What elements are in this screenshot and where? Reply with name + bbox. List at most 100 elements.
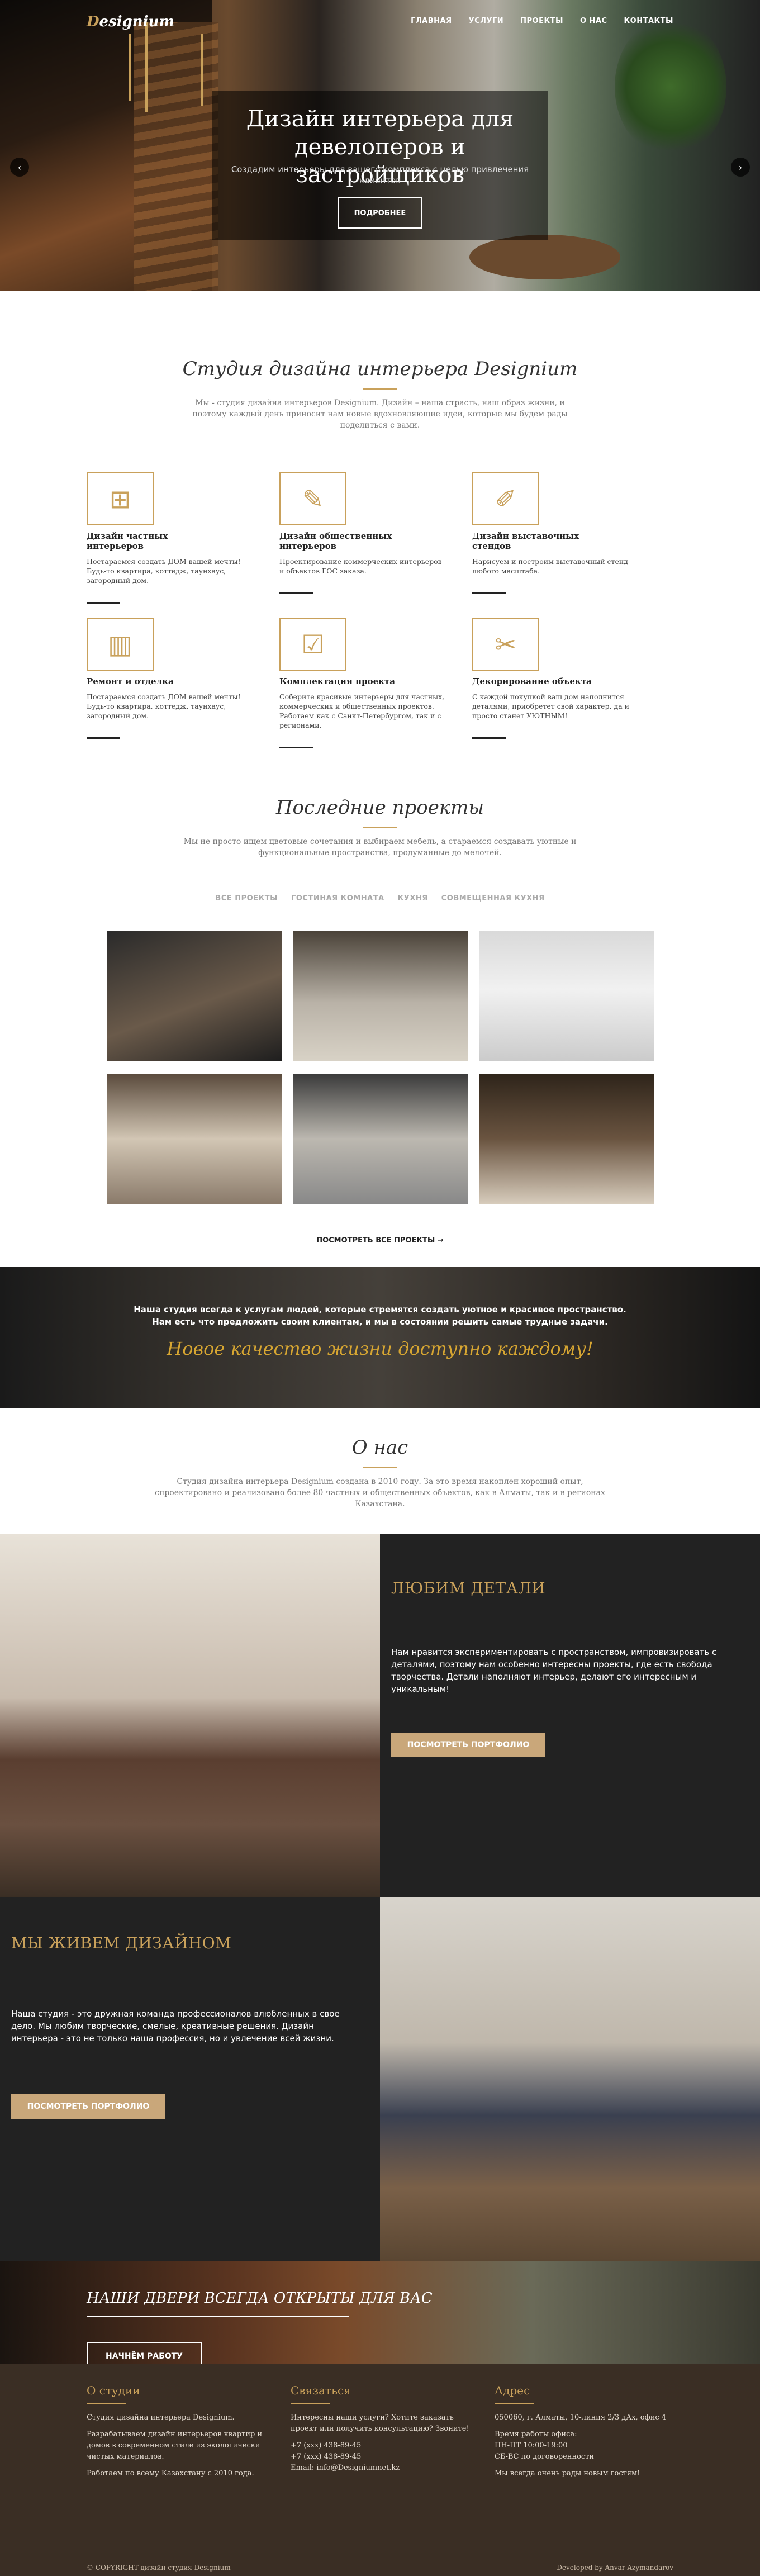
floorplan-icon: ⊞ (87, 472, 154, 525)
project-image[interactable] (293, 931, 468, 1061)
about-text: Студия дизайна интерьера Designium созда… (155, 1477, 605, 1508)
logo[interactable]: Designium (87, 13, 174, 30)
service-card[interactable]: ✂ Декорирование объекта С каждой покупкой … (472, 618, 629, 739)
footer-phone[interactable]: +7 (xxx) 438-89-45 (291, 2451, 475, 2463)
footer-address-title: Адрес (495, 2384, 530, 2397)
quote-banner: Наша студия всегда к услугам людей, кото… (0, 1267, 760, 1408)
quote-headline: Новое качество жизни доступно каждому! (167, 1338, 593, 1359)
service-card[interactable]: ▥ Ремонт и отделка Постараемся создать ДОМ… (87, 618, 241, 739)
live-design-title: МЫ ЖИВЕМ ДИЗАЙНОМ (11, 1934, 232, 1952)
footer-contact-title: Связаться (291, 2384, 351, 2397)
main-nav: ГЛАВНАЯ УСЛУГИ ПРОЕКТЫ О НАС КОНТАКТЫ (411, 17, 673, 25)
project-image[interactable] (479, 1074, 654, 1204)
site-footer: О студии Студия дизайна интерьера Design… (0, 2364, 760, 2576)
live-design-portfolio-button[interactable]: ПОСМОТРЕТЬ ПОРТФОЛИО (11, 2094, 165, 2119)
project-image[interactable] (479, 931, 654, 1061)
service-divider (87, 602, 120, 604)
nav-home[interactable]: ГЛАВНАЯ (411, 17, 452, 25)
studio-lead: Мы - студия дизайна интерьеров Designium… (192, 399, 568, 430)
hero-image-table (469, 235, 620, 279)
service-title: Комплектация проекта (279, 676, 395, 686)
projects-title: Последние проекты (276, 796, 484, 819)
hero-prev-arrow-icon[interactable]: ‹ (10, 158, 29, 177)
about-section: О нас Студия дизайна интерьера Designium… (0, 1436, 760, 1510)
footer-email[interactable]: Email: info@Designiumnet.kz (291, 2463, 475, 2474)
footer-title-underline (87, 2403, 126, 2404)
filter-combined-kitchen[interactable]: СОВМЕЩЕННАЯ КУХНЯ (441, 894, 545, 903)
service-card[interactable]: ✐ Дизайн выставочных стендов Нарисуем и по… (472, 472, 628, 594)
service-divider (279, 747, 313, 748)
copyright: © COPYRIGHT дизайн студия Designium (87, 2564, 231, 2572)
footer-title-underline (291, 2403, 330, 2404)
service-text: Постараемся создать ДОМ вашей мечты! Буд… (87, 557, 241, 585)
details-title: ЛЮБИМ ДЕТАЛИ (391, 1579, 546, 1597)
site-header: Designium ГЛАВНАЯ УСЛУГИ ПРОЕКТЫ О НАС К… (0, 0, 760, 44)
footer-about-line: Работаем по всему Казахстану с 2010 года… (87, 2469, 254, 2478)
service-text: Нарисуем и построим выставочный стенд лю… (472, 557, 628, 575)
service-card[interactable]: ☑ Комплектация проекта Соберите красивые и… (279, 618, 444, 748)
hero-next-arrow-icon[interactable]: › (731, 158, 750, 177)
footer-phone[interactable]: +7 (xxx) 438-89-45 (291, 2440, 475, 2451)
footer-address-line: Мы всегда очень рады новым гостям! (495, 2469, 640, 2478)
service-title: Декорирование объекта (472, 676, 592, 686)
projects-lead: Мы не просто ищем цветовые сочетания и в… (183, 837, 577, 857)
footer-contact-line: Интересны наши услуги? Хотите заказать п… (291, 2413, 469, 2433)
service-text: Соберите красивые интерьеры для частных,… (279, 692, 445, 729)
hero-pendant-lamp (129, 34, 131, 101)
hero-slider: Дизайн интерьера для девелоперов и застр… (0, 0, 760, 291)
service-divider (279, 592, 313, 594)
details-portfolio-button[interactable]: ПОСМОТРЕТЬ ПОРТФОЛИО (391, 1733, 545, 1757)
project-image[interactable] (107, 1074, 282, 1204)
nav-about[interactable]: О НАС (580, 17, 607, 25)
project-image[interactable] (293, 1074, 468, 1204)
cta-divider (87, 2316, 349, 2317)
live-design-panel: МЫ ЖИВЕМ ДИЗАЙНОМ Наша студия - это друж… (0, 1897, 380, 2261)
nav-services[interactable]: УСЛУГИ (469, 17, 504, 25)
filter-kitchen[interactable]: КУХНЯ (398, 894, 428, 903)
footer-about-line: Разрабатываем дизайн интерьеров квартир … (87, 2430, 263, 2461)
details-panel: ЛЮБИМ ДЕТАЛИ Нам нравится экспериментиро… (380, 1534, 760, 1897)
hero-subtitle: Создадим интерьеры для вашего комплекса … (231, 164, 529, 186)
cta-title: НАШИ ДВЕРИ ВСЕГДА ОТКРЫТЫ ДЛЯ ВАС (87, 2290, 433, 2307)
live-design-section: МЫ ЖИВЕМ ДИЗАЙНОМ Наша студия - это друж… (0, 1897, 760, 2261)
see-all-projects-link[interactable]: ПОСМОТРЕТЬ ВСЕ ПРОЕКТЫ → (0, 1236, 760, 1245)
service-text: Постараемся создать ДОМ вашей мечты! Буд… (87, 692, 241, 720)
filter-living-room[interactable]: ГОСТИНАЯ КОМНАТА (291, 894, 384, 903)
service-divider (87, 737, 120, 739)
nav-contacts[interactable]: КОНТАКТЫ (624, 17, 673, 25)
footer-about-title: О студии (87, 2384, 140, 2397)
decor-brush-icon: ✂ (472, 618, 539, 671)
footer-address-line: СБ-ВС по договоренности (495, 2452, 595, 2461)
details-text: Нам нравится экспериментировать с простр… (391, 1647, 717, 1694)
service-title: Дизайн общественных интерьеров (279, 531, 392, 551)
cta-banner: НАШИ ДВЕРИ ВСЕГДА ОТКРЫТЫ ДЛЯ ВАС НАЧНЁМ… (0, 2261, 760, 2370)
ruler-pencil-icon: ✎ (279, 472, 346, 525)
hero-pendant-lamp (201, 34, 203, 106)
studio-title: Студия дизайна интерьера Designium (182, 358, 578, 380)
filter-all[interactable]: ВСЕ ПРОЕКТЫ (215, 894, 278, 903)
details-section: ЛЮБИМ ДЕТАЛИ Нам нравится экспериментиро… (0, 1534, 760, 1897)
checklist-icon: ☑ (279, 618, 346, 671)
title-underline (363, 1467, 397, 1468)
service-card[interactable]: ⊞ Дизайн частных интерьеров Постараемся со… (87, 472, 241, 604)
project-image[interactable] (107, 931, 282, 1061)
nav-projects[interactable]: ПРОЕКТЫ (520, 17, 563, 25)
service-card[interactable]: ✎ Дизайн общественных интерьеров Проектиро… (279, 472, 442, 594)
footer-address-line: 050060, г. Алматы, 10-линия 2/3 дАх, офи… (495, 2413, 667, 2422)
footer-about-line: Студия дизайна интерьера Designium. (87, 2413, 235, 2422)
footer-title-underline (495, 2403, 534, 2404)
service-text: С каждой покупкой ваш дом наполнится дет… (472, 692, 629, 720)
hero-more-button[interactable]: ПОДРОБНЕЕ (338, 197, 422, 229)
service-divider (472, 737, 506, 739)
paint-roller-icon: ▥ (87, 618, 154, 671)
footer-address-line: Время работы офиса: (495, 2430, 577, 2439)
title-underline (363, 827, 397, 828)
live-design-text: Наша студия - это дружная команда профес… (11, 2009, 340, 2043)
service-text: Проектирование коммерческих интерьеров и… (279, 557, 442, 575)
service-title: Дизайн выставочных стендов (472, 531, 580, 551)
projects-section: Последние проекты Мы не просто ищем цвет… (0, 796, 760, 858)
studio-section: Студия дизайна интерьера Designium Мы - … (0, 358, 760, 431)
service-divider (472, 592, 506, 594)
quote-text: Наша студия всегда к услугам людей, кото… (134, 1304, 626, 1327)
footer-address: Адрес 050060, г. Алматы, 10-линия 2/3 дА… (495, 2384, 679, 2485)
